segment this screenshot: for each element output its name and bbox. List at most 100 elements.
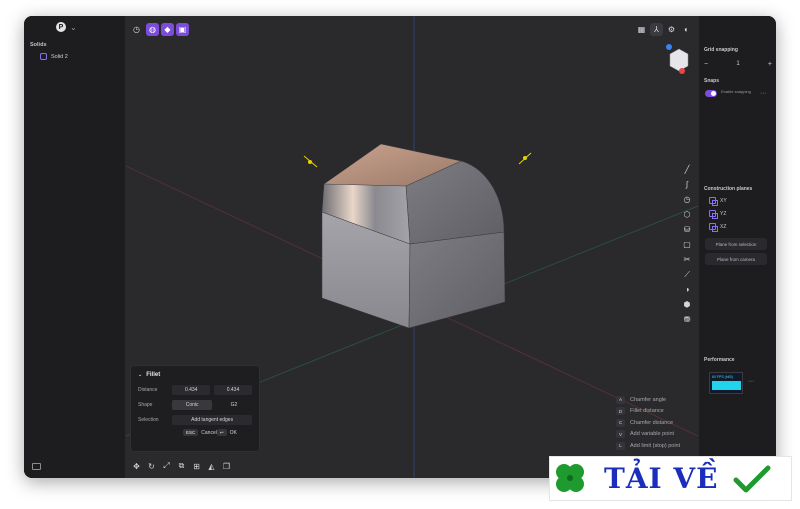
mirror-icon[interactable]: ◭: [205, 459, 218, 474]
distance-row: Distance 0.434 0.434: [138, 384, 252, 395]
construction-planes-label: Construction planes: [704, 186, 753, 192]
plane-from-camera-button[interactable]: Plane from camera: [705, 253, 767, 265]
sketch-mode-button[interactable]: ◍: [146, 23, 159, 36]
plane-icon: [709, 210, 718, 219]
distance-label: Distance: [138, 386, 158, 393]
grid-minus-button[interactable]: −: [704, 61, 708, 68]
solid-right-face[interactable]: [408, 231, 506, 329]
view-cube-y-marker[interactable]: [666, 44, 672, 50]
transform-toolbar: ✥ ↻ ⤢ ⧉ ⊞ ◭ ❐: [130, 458, 233, 474]
shortcut-row: V Add variable point: [616, 429, 701, 441]
shape-label: Shape: [138, 401, 153, 408]
duplicate-icon[interactable]: ❐: [220, 459, 233, 474]
shortcut-key: D: [616, 407, 625, 416]
shortcut-key: A: [616, 395, 625, 404]
modeling-toolbar: ╱ ∫ ◷ ⬡ ⛁ ▢ ✂ ⟋ ◑ ⬢ ⛃: [680, 162, 694, 327]
chevron-down-icon[interactable]: ⌄: [70, 23, 77, 32]
mesh-mode-button[interactable]: ▣: [176, 23, 189, 36]
fps-monitor: 60 FPS (h60): [709, 372, 743, 394]
fillet-title: Fillet: [146, 372, 161, 378]
avatar[interactable]: P: [56, 22, 66, 32]
copy-icon[interactable]: ⧉: [175, 459, 188, 474]
plane-item-xz[interactable]: XZ: [709, 223, 726, 232]
shortcut-key: C: [616, 418, 625, 427]
shortcut-label: Fillet distance: [630, 408, 664, 415]
shortcut-key: L: [616, 441, 625, 450]
distance-b-input[interactable]: 0.434: [214, 384, 252, 395]
solid-list-item[interactable]: Solid 2: [24, 48, 125, 60]
line-tool-icon[interactable]: ╱: [680, 162, 694, 177]
solids-section-label: Solids: [30, 42, 47, 48]
cancel-label: Cancel: [201, 430, 217, 436]
database-tool-icon[interactable]: ⛃: [680, 312, 694, 327]
render-mode-icon[interactable]: ◐: [680, 23, 693, 36]
gear-icon[interactable]: ⚙: [665, 23, 678, 36]
history-button[interactable]: ◷: [130, 23, 143, 36]
selection-row: Selection Add tangent edges: [138, 414, 252, 425]
curve-tool-icon[interactable]: ∫: [680, 177, 694, 192]
axis-icon[interactable]: ⅄: [650, 23, 663, 36]
snapping-toggle-label: Enable snapping: [721, 89, 751, 94]
folder-icon[interactable]: [32, 463, 41, 470]
ok-button[interactable]: ↩ OK: [216, 429, 237, 436]
fillet-actions: ESC Cancel ↩ OK: [138, 429, 252, 436]
shape-conic-option[interactable]: Conic: [172, 399, 213, 410]
align-icon[interactable]: ⊞: [190, 459, 203, 474]
shape-g2-option[interactable]: G2: [216, 400, 252, 410]
shortcut-hints: A Chamfer angle D Fillet distance C Chamfer…: [616, 394, 701, 452]
box-tool-icon[interactable]: ▢: [680, 237, 694, 252]
grid-value[interactable]: 1: [736, 61, 739, 67]
fillet-panel: ⌄ Fillet Distance 0.434 0.434 Shape Coni…: [130, 365, 260, 452]
rotate-icon[interactable]: ↻: [145, 459, 158, 474]
grid-icon[interactable]: ▦: [635, 23, 648, 36]
user-menu[interactable]: P ⌄: [24, 16, 125, 38]
shortcut-label: Add limit (stop) point: [630, 442, 681, 449]
polygon-tool-icon[interactable]: ⬡: [680, 207, 694, 222]
scale-icon[interactable]: ⤢: [160, 459, 173, 474]
plane-item-yz[interactable]: YZ: [709, 210, 727, 219]
chamfer-tool-icon[interactable]: ⟋: [680, 267, 694, 282]
view-cube[interactable]: [669, 48, 689, 72]
circle-tool-icon[interactable]: ◷: [680, 192, 694, 207]
snaps-more-icon[interactable]: ⋯: [760, 90, 766, 97]
solid-item-label: Solid 2: [51, 53, 68, 60]
chevron-down-icon[interactable]: ⌄: [138, 372, 142, 378]
shortcut-label: Chamfer angle: [630, 396, 667, 403]
performance-more-icon[interactable]: ⋯: [748, 378, 754, 385]
plane-item-xy[interactable]: XY: [709, 197, 727, 206]
checkmark-icon: [733, 465, 771, 492]
clover-icon: [556, 463, 584, 492]
view-cube-x-marker[interactable]: [679, 68, 685, 74]
plane-from-selection-button[interactable]: Plane from selection: [705, 238, 767, 250]
plane-label: XY: [720, 197, 727, 204]
fillet-handle-left-dot[interactable]: [308, 160, 312, 164]
plane-icon: [709, 197, 718, 206]
shell-tool-icon[interactable]: ◑: [680, 282, 694, 297]
cut-tool-icon[interactable]: ✂: [680, 252, 694, 267]
fps-text: 60 FPS (h60): [712, 375, 733, 379]
shortcut-row: A Chamfer angle: [616, 394, 701, 406]
grid-snapping-label: Grid snapping: [704, 47, 738, 53]
solid-tool-icon[interactable]: ⬢: [680, 297, 694, 312]
fps-bar: [712, 381, 741, 390]
3d-viewport[interactable]: ◷ ◍ ◆ ▣ ▦ ⅄ ⚙ ◐ ╱ ∫ ◷ ⬡ ⛁ ▢ ✂ ⟋ ◑ ⬢ ⛃ ✥ …: [126, 16, 698, 478]
distance-a-input[interactable]: 0.434: [172, 384, 211, 395]
cancel-button[interactable]: ESC Cancel: [183, 429, 217, 436]
right-panel: Grid snapping − 1 + Snaps Enable snappin…: [698, 16, 776, 478]
watermark-logo: TẢI VỀ: [549, 456, 792, 501]
solid-mode-button[interactable]: ◆: [161, 23, 174, 36]
cylinder-tool-icon[interactable]: ⛁: [680, 222, 694, 237]
shape-row: Shape Conic G2: [138, 399, 252, 410]
shortcut-label: Chamfer distance: [630, 419, 674, 426]
shortcut-row: C Chamfer distance: [616, 417, 701, 429]
add-tangent-edges-button[interactable]: Add tangent edges: [172, 414, 252, 425]
plane-label: YZ: [720, 210, 727, 217]
shortcut-row: L Add limit (stop) point: [616, 440, 701, 452]
move-icon[interactable]: ✥: [130, 459, 143, 474]
fillet-handle-right-dot[interactable]: [523, 156, 527, 160]
snapping-toggle[interactable]: [705, 90, 717, 97]
grid-plus-button[interactable]: +: [768, 61, 772, 68]
selection-label: Selection: [138, 416, 159, 423]
plane-icon: [709, 223, 718, 232]
shortcut-key: V: [616, 430, 625, 439]
